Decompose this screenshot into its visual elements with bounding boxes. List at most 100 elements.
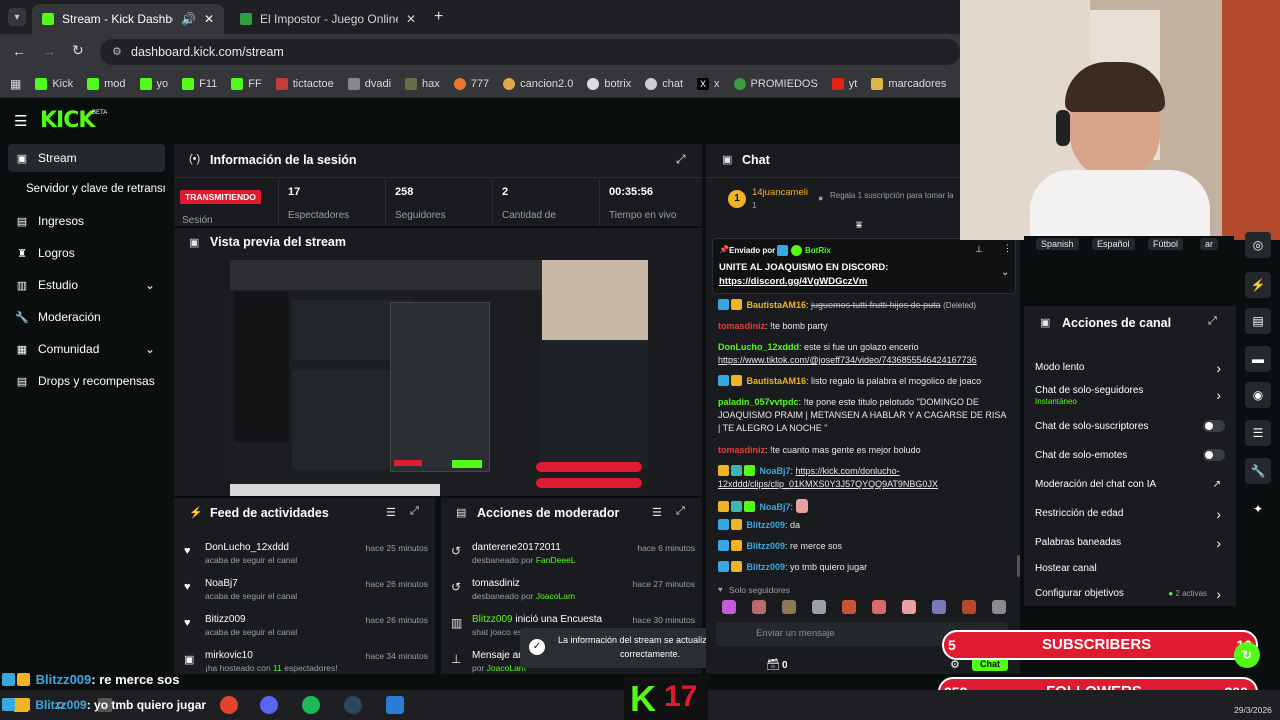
toggle-switch[interactable] <box>1203 420 1225 432</box>
site-info-icon[interactable]: ⚙ <box>112 45 122 58</box>
filter-icon[interactable]: ☰ <box>652 506 662 519</box>
omnibox[interactable]: ⚙ dashboard.kick.com/stream <box>100 39 960 65</box>
chat-link[interactable]: https://www.tiktok.com/@joseff734/video/… <box>718 355 977 365</box>
chat-user[interactable]: BautistaAM16 <box>747 376 807 386</box>
bookmark[interactable]: tictactoe <box>275 77 334 90</box>
new-tab-button[interactable]: + <box>434 8 443 26</box>
bookmark[interactable]: FF <box>231 77 262 90</box>
pinned-link[interactable]: https://discord.gg/4VgWDGczVm <box>719 276 867 287</box>
chat-user[interactable]: Blitzz009 <box>747 520 786 530</box>
top-gifter-user[interactable]: 14juancameli <box>752 187 808 198</box>
mod-user[interactable]: Blitzz009 <box>472 614 513 625</box>
notes-icon[interactable]: ▤ <box>1245 308 1271 334</box>
apps-icon[interactable]: ▦ <box>10 77 21 91</box>
action-slow-mode[interactable]: Modo lento › <box>1035 360 1225 376</box>
broadcast-icon[interactable]: ◉ <box>1245 382 1271 408</box>
bookmark[interactable]: yt <box>831 77 857 90</box>
discord-icon[interactable] <box>260 696 278 714</box>
chat-user[interactable]: BautistaAM16 <box>747 300 807 310</box>
chat-bubble-icon[interactable]: ▬ <box>1245 346 1271 372</box>
filter-icon[interactable]: ☰ <box>386 506 396 519</box>
more-icon[interactable]: ⋮ <box>1003 243 1012 254</box>
bookmark[interactable]: marcadores <box>871 77 946 90</box>
expand-icon[interactable]: ⤢ <box>676 505 685 518</box>
tag[interactable]: Español <box>1092 238 1135 250</box>
bookmark[interactable]: chat <box>645 77 683 90</box>
action-age-restriction[interactable]: Restricción de edad › <box>1035 506 1225 522</box>
action-host-channel[interactable]: Hostear canal <box>1035 563 1225 574</box>
bookmark[interactable]: 777 <box>453 77 489 90</box>
sidebar-item-ingresos[interactable]: ▤ Ingresos <box>8 207 165 235</box>
chat-user[interactable]: NoaBj7 <box>760 466 791 476</box>
bookmark[interactable]: Kick <box>35 77 73 90</box>
gift-promo[interactable]: Regala 1 suscripción para tomar la <box>830 191 954 200</box>
bolt-icon[interactable]: ⚡ <box>1245 272 1271 298</box>
stream-preview-video[interactable] <box>230 260 648 496</box>
bookmark[interactable]: mod <box>87 77 126 90</box>
sidebar-item-stream[interactable]: ▣ Stream <box>8 144 165 172</box>
reload-icon[interactable]: ↻ <box>72 42 84 59</box>
action-banned-words[interactable]: Palabras baneadas › <box>1035 535 1225 551</box>
sidebar-item-comunidad[interactable]: ▦ Comunidad ⌄ <box>8 335 165 363</box>
tab-impostor[interactable]: El Impostor - Juego Online Grat ✕ <box>230 4 426 34</box>
chat-user[interactable]: tomasdiniz <box>718 321 765 331</box>
toggle-switch[interactable] <box>1203 449 1225 461</box>
mod-user[interactable]: danterene20172011 <box>472 542 561 553</box>
mod-user[interactable]: tomasdiniz <box>472 578 520 589</box>
tab-list-button[interactable]: ▾ <box>8 8 26 26</box>
emote-icon[interactable] <box>962 600 976 614</box>
list-icon[interactable]: ☰ <box>1245 420 1271 446</box>
menu-icon[interactable]: ☰ <box>14 112 27 130</box>
drops-icon[interactable]: ✦ <box>1245 496 1271 522</box>
bookmark[interactable]: cancion2.0 <box>503 77 573 90</box>
bookmark[interactable]: botrix <box>587 77 631 90</box>
tab-kick-dashboard[interactable]: Stream - Kick Dashboard 🔊 ✕ <box>32 4 224 34</box>
back-icon[interactable]: ← <box>12 43 26 59</box>
chat-scrollbar[interactable] <box>1017 555 1020 577</box>
feed-user[interactable]: DonLucho_12xddd <box>205 542 289 553</box>
emote-icon[interactable] <box>782 600 796 614</box>
chat-user[interactable]: tomasdiniz <box>718 445 765 455</box>
bookmark[interactable]: PROMIEDOS <box>733 77 818 90</box>
collapse-icon[interactable]: ⩸ <box>856 220 862 231</box>
emote-icon[interactable] <box>902 600 916 614</box>
pinned-by-user[interactable]: BotRix <box>805 246 831 255</box>
emote-icon[interactable] <box>722 600 736 614</box>
action-ai-moderation[interactable]: Moderación del chat con IA ↗ <box>1035 479 1225 490</box>
action-goals[interactable]: Configurar objetivos ● 2 activas › <box>1035 586 1225 602</box>
mod-by[interactable]: FanDeeeL <box>536 555 576 565</box>
tag[interactable]: ar <box>1200 238 1219 250</box>
chrome-icon[interactable] <box>220 696 238 714</box>
expand-icon[interactable]: ⤢ <box>410 505 419 518</box>
expand-icon[interactable]: ⤢ <box>676 152 686 167</box>
unpin-icon[interactable]: ⊥ <box>975 244 983 255</box>
wrench-icon[interactable]: 🔧 <box>1245 458 1271 484</box>
emote-icon[interactable] <box>872 600 886 614</box>
chat-user[interactable]: NoaBj7 <box>760 502 791 512</box>
chevron-down-icon[interactable]: ⌄ <box>1001 267 1009 278</box>
bookmark[interactable]: F11 <box>182 77 217 90</box>
bookmark[interactable]: Xx <box>697 77 720 90</box>
feed-user[interactable]: Bitizz009 <box>205 614 246 625</box>
kick-logo[interactable]: KICK <box>40 108 95 133</box>
sidebar-item-estudio[interactable]: ▥ Estudio ⌄ <box>8 271 165 299</box>
action-subs-only[interactable]: Chat de solo-suscriptores <box>1035 420 1225 432</box>
forward-icon[interactable]: → <box>42 43 56 59</box>
sidebar-item-moderacion[interactable]: 🔧 Moderación <box>8 303 165 331</box>
tag[interactable]: Spanish <box>1036 238 1079 250</box>
rail-button[interactable]: ◎ <box>1245 232 1271 258</box>
sidebar-item-logros[interactable]: ♜ Logros <box>8 239 165 267</box>
emote-icon[interactable] <box>932 600 946 614</box>
mod-by[interactable]: JoacoLam <box>536 591 575 601</box>
emote-icon[interactable] <box>812 600 826 614</box>
chat-user[interactable]: Blitzz009 <box>747 562 786 572</box>
action-followers-only[interactable]: Chat de solo-seguidores Instantáneo › <box>1035 385 1225 407</box>
expand-icon[interactable]: ⤢ <box>1208 315 1217 328</box>
sidebar-item-server-key[interactable]: Servidor y clave de retransmisión <box>8 175 165 203</box>
app-icon[interactable] <box>386 696 404 714</box>
feed-user[interactable]: NoaBj7 <box>205 578 238 589</box>
bookmark[interactable]: hax <box>405 77 440 90</box>
sidebar-item-drops[interactable]: ▤ Drops y recompensas <box>8 367 165 395</box>
chat-user[interactable]: Blitzz009 <box>747 541 786 551</box>
emote-icon[interactable] <box>842 600 856 614</box>
